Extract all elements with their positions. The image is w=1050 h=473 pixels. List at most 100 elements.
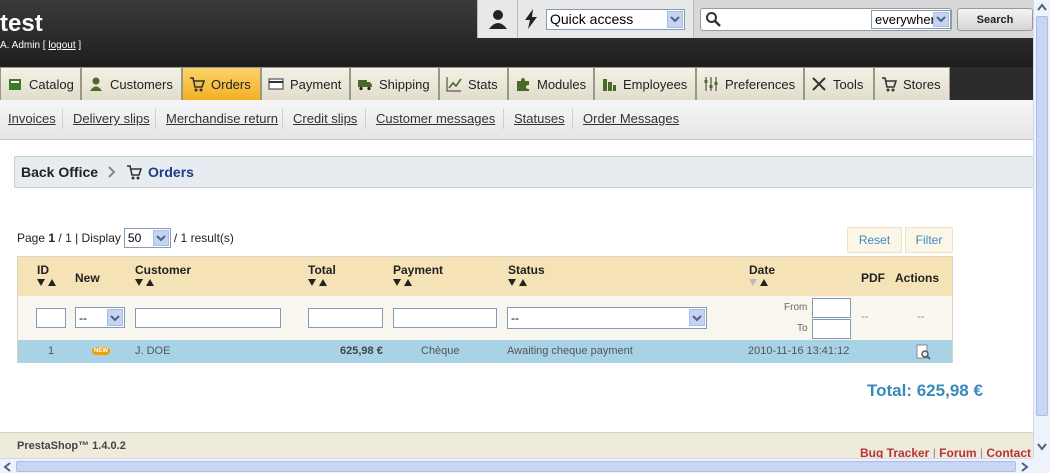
vertical-scrollbar[interactable] bbox=[1033, 0, 1050, 458]
lightning-icon bbox=[525, 9, 537, 29]
version-label: PrestaShop™ 1.4.0.2 bbox=[17, 440, 126, 452]
main-tabs: Catalog Customers Orders Payment Shippin… bbox=[0, 67, 1033, 100]
search-scope-select[interactable]: everywhere bbox=[871, 9, 951, 29]
search-panel: everywhere Search bbox=[693, 0, 1033, 38]
tab-customers[interactable]: Customers bbox=[81, 67, 182, 100]
table-row[interactable]: 1 NEW J. DOE 625,98 € Chèque Awaiting ch… bbox=[18, 340, 952, 363]
row-payment: Chèque bbox=[421, 345, 460, 357]
sort-desc-icon[interactable] bbox=[508, 279, 516, 286]
sort-desc-icon[interactable] bbox=[308, 279, 316, 286]
tab-stores[interactable]: Stores bbox=[874, 67, 950, 100]
tools-icon bbox=[812, 77, 826, 91]
tab-label: Catalog bbox=[29, 76, 74, 92]
scroll-left-icon[interactable] bbox=[3, 462, 11, 472]
sort-payment[interactable] bbox=[393, 279, 412, 286]
search-button[interactable]: Search bbox=[957, 8, 1033, 31]
tab-preferences[interactable]: Preferences bbox=[696, 67, 804, 100]
sort-desc-icon[interactable] bbox=[393, 279, 401, 286]
tab-tools[interactable]: Tools bbox=[804, 67, 874, 100]
filter-status-value: -- bbox=[511, 311, 519, 325]
sort-total[interactable] bbox=[308, 279, 327, 286]
tab-label: Employees bbox=[623, 76, 688, 92]
scroll-thumb[interactable] bbox=[1036, 16, 1048, 416]
sort-asc-icon[interactable] bbox=[48, 279, 56, 286]
tab-employees[interactable]: Employees bbox=[594, 67, 696, 100]
sort-asc-icon[interactable] bbox=[404, 279, 412, 286]
col-payment: Payment bbox=[393, 263, 444, 277]
tab-label: Modules bbox=[537, 76, 587, 92]
filter-button[interactable]: Filter bbox=[905, 227, 953, 253]
row-status: Awaiting cheque payment bbox=[507, 345, 633, 357]
col-id: ID bbox=[37, 263, 49, 277]
admin-line: A. Admin [ logout ] bbox=[0, 40, 81, 51]
search-input[interactable]: everywhere bbox=[700, 7, 952, 31]
sort-asc-icon[interactable] bbox=[146, 279, 154, 286]
subtab-order-messages[interactable]: Order Messages bbox=[583, 111, 679, 126]
sort-date[interactable] bbox=[749, 279, 768, 286]
header-bar: test A. Admin [ logout ] Quick access ev… bbox=[0, 0, 1033, 67]
user-icon[interactable] bbox=[487, 8, 509, 30]
subtab-credit-slips[interactable]: Credit slips bbox=[293, 111, 357, 126]
breadcrumb-current: Orders bbox=[148, 164, 194, 180]
breadcrumb-root[interactable]: Back Office bbox=[21, 164, 98, 180]
sub-tabs: Invoices Delivery slips Merchandise retu… bbox=[0, 100, 1033, 140]
customer-icon bbox=[90, 77, 102, 91]
row-customer: J. DOE bbox=[135, 345, 171, 357]
cart-icon bbox=[882, 77, 897, 92]
date-from-input[interactable] bbox=[812, 298, 851, 318]
sort-asc-icon[interactable] bbox=[760, 279, 768, 286]
puzzle-icon bbox=[517, 78, 529, 91]
filter-pdf-empty: -- bbox=[861, 311, 869, 323]
tab-orders[interactable]: Orders bbox=[182, 67, 261, 100]
filter-payment-input[interactable] bbox=[393, 308, 497, 328]
subtab-customer-messages[interactable]: Customer messages bbox=[376, 111, 495, 126]
subtab-invoices[interactable]: Invoices bbox=[8, 111, 56, 126]
page-current: 1 bbox=[48, 231, 56, 245]
chevron-right-icon bbox=[108, 166, 116, 178]
sort-customer[interactable] bbox=[135, 279, 154, 286]
subtab-merchandise-return[interactable]: Merchandise return bbox=[166, 111, 278, 126]
filter-customer-input[interactable] bbox=[135, 308, 281, 328]
tab-stats[interactable]: Stats bbox=[439, 67, 508, 100]
filter-new-select[interactable]: -- bbox=[75, 307, 125, 328]
subtab-statuses[interactable]: Statuses bbox=[514, 111, 565, 126]
truck-icon bbox=[358, 80, 372, 91]
employee-panel bbox=[477, 0, 517, 38]
sort-id[interactable] bbox=[37, 279, 56, 286]
admin-name: A. Admin [ bbox=[0, 40, 46, 51]
horizontal-scrollbar[interactable] bbox=[0, 458, 1033, 473]
scroll-down-icon[interactable] bbox=[1037, 443, 1047, 451]
scroll-right-icon[interactable] bbox=[1021, 462, 1029, 472]
scroll-up-icon[interactable] bbox=[1037, 3, 1047, 11]
subtab-divider bbox=[365, 109, 366, 129]
row-total: 625,98 € bbox=[340, 345, 383, 357]
scroll-thumb[interactable] bbox=[16, 461, 1016, 472]
filter-total-input[interactable] bbox=[308, 308, 383, 328]
date-to-input[interactable] bbox=[812, 319, 851, 339]
sort-desc-icon[interactable] bbox=[749, 279, 757, 286]
logout-link[interactable]: logout bbox=[48, 40, 75, 51]
subtab-delivery-slips[interactable]: Delivery slips bbox=[73, 111, 150, 126]
view-details-icon[interactable] bbox=[915, 344, 931, 360]
sort-desc-icon[interactable] bbox=[37, 279, 45, 286]
tab-payment[interactable]: Payment bbox=[261, 67, 350, 100]
sort-asc-icon[interactable] bbox=[519, 279, 527, 286]
filter-status-select[interactable]: -- bbox=[507, 307, 707, 329]
tab-catalog[interactable]: Catalog bbox=[0, 67, 81, 100]
tab-label: Customers bbox=[110, 76, 173, 92]
quick-access-select[interactable]: Quick access bbox=[546, 8, 685, 30]
sort-asc-icon[interactable] bbox=[319, 279, 327, 286]
result-count: / 1 result(s) bbox=[173, 231, 234, 245]
new-badge: NEW bbox=[92, 347, 110, 355]
filter-id-input[interactable] bbox=[36, 308, 66, 328]
sort-desc-icon[interactable] bbox=[135, 279, 143, 286]
table-header: ID New Customer Total Payment Status Dat… bbox=[18, 257, 952, 296]
per-page-select[interactable]: 50 bbox=[123, 228, 171, 248]
sort-status[interactable] bbox=[508, 279, 527, 286]
tab-modules[interactable]: Modules bbox=[508, 67, 594, 100]
orders-table: ID New Customer Total Payment Status Dat… bbox=[17, 256, 953, 363]
tab-shipping[interactable]: Shipping bbox=[350, 67, 439, 100]
chevron-down-icon bbox=[689, 309, 705, 326]
reset-button[interactable]: Reset bbox=[847, 227, 902, 253]
pagination: Page 1 / 1 | Display 50 / 1 result(s) bbox=[17, 228, 234, 248]
